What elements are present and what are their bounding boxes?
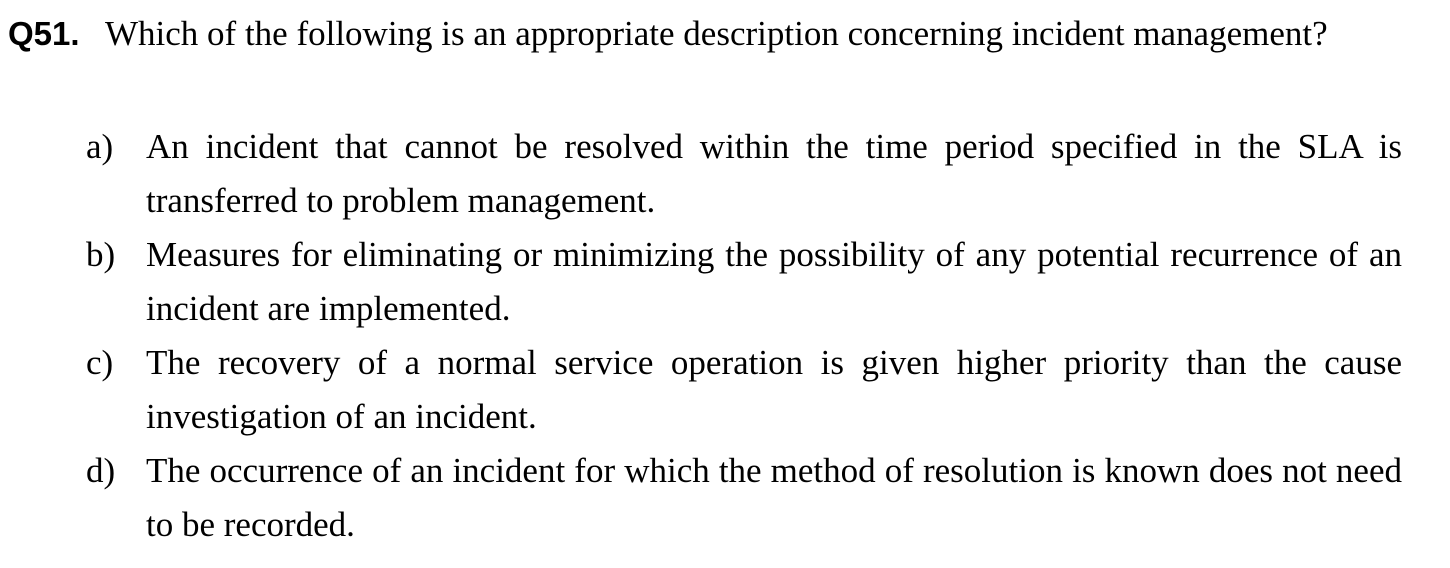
question-text: Which of the following is an appropriate… bbox=[105, 14, 1328, 53]
answer-option-a: a) An incident that cannot be resolved w… bbox=[86, 120, 1402, 228]
option-letter: b) bbox=[86, 235, 116, 274]
option-text: Measures for eliminating or minimizing t… bbox=[146, 235, 1402, 328]
question-header: Q51. Which of the following is an appropr… bbox=[8, 14, 1428, 54]
option-text: The occurrence of an incident for which … bbox=[146, 451, 1402, 544]
option-text: The recovery of a normal service operati… bbox=[146, 343, 1402, 436]
answer-option-b: b) Measures for eliminating or minimizin… bbox=[86, 228, 1402, 336]
option-letter: a) bbox=[86, 127, 114, 166]
option-letter: d) bbox=[86, 451, 116, 490]
answer-option-d: d) The occurrence of an incident for whi… bbox=[86, 444, 1402, 552]
option-letter: c) bbox=[86, 343, 114, 382]
answer-options-list: a) An incident that cannot be resolved w… bbox=[86, 120, 1402, 552]
option-text: An incident that cannot be resolved with… bbox=[146, 127, 1402, 220]
question-number: Q51. bbox=[8, 15, 80, 52]
answer-option-c: c) The recovery of a normal service oper… bbox=[86, 336, 1402, 444]
